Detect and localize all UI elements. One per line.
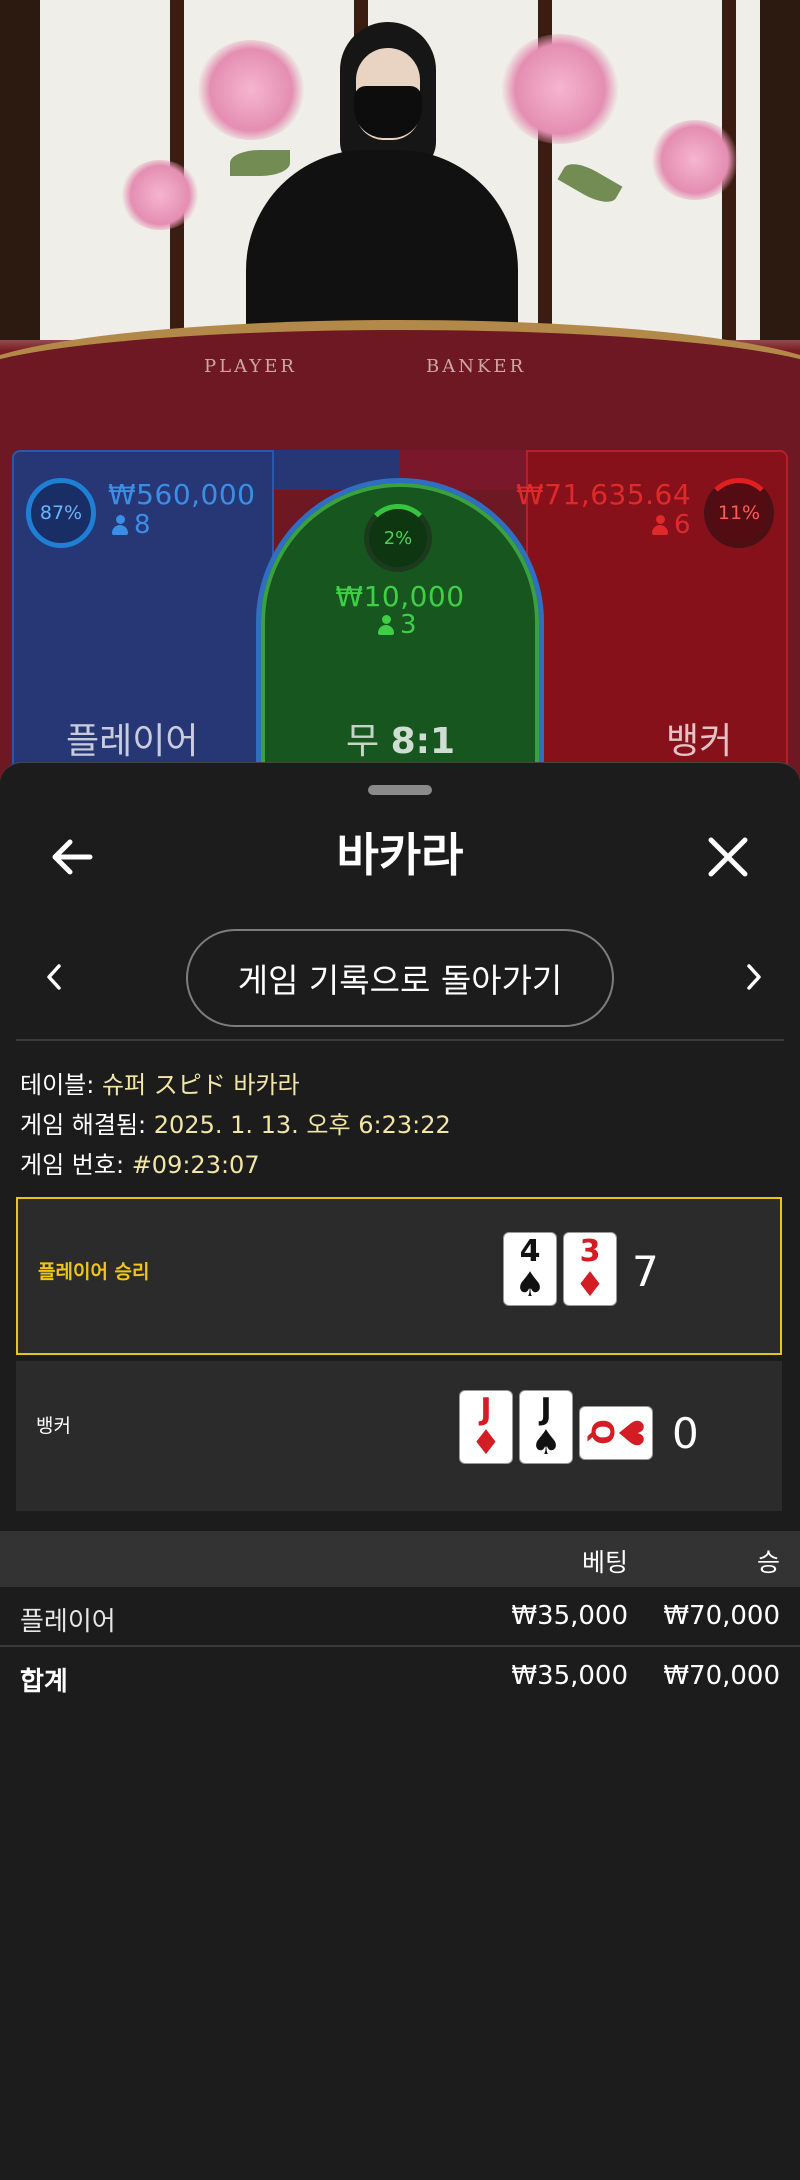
win-column-header: 승 <box>756 1548 780 1577</box>
person-icon <box>112 515 128 535</box>
player-result-label: 플레이어 승리 <box>38 1261 150 1283</box>
close-icon <box>708 837 748 877</box>
tie-zone-label: 무 8:1 <box>346 712 455 764</box>
sheet-drag-handle[interactable] <box>368 785 432 795</box>
flower-decoration <box>500 34 620 144</box>
leaf-decoration <box>230 150 290 176</box>
player-result-row: 플레이어 승리 4 ♠ 3 ♦ 7 <box>16 1197 782 1355</box>
divider <box>16 1039 784 1041</box>
player-percent-ring: 87% <box>26 478 96 548</box>
flower-decoration <box>120 160 200 230</box>
bet-type: 플레이어 <box>20 1607 116 1637</box>
table-info-label: 테이블: <box>20 1071 95 1099</box>
banker-zone-label: 뱅커 <box>666 721 733 762</box>
banker-result-row: 뱅커 J ♦ J ♠ Q ♥ 0 <box>16 1361 782 1511</box>
dealer-mask <box>354 86 422 138</box>
table-row: 플레이어 ₩35,000 ₩70,000 <box>0 1589 800 1647</box>
tie-bettor-count-value: 3 <box>400 610 417 640</box>
total-win-amount: ₩70,000 <box>663 1661 780 1691</box>
banker-score: 0 <box>672 1409 699 1458</box>
game-number-value: #09:23:07 <box>131 1151 260 1179</box>
resolved-info-value: 2025. 1. 13. 오후 6:23:22 <box>153 1111 451 1139</box>
player-zone-label: 플레이어 <box>66 721 199 762</box>
spade-icon: ♠ <box>514 1265 546 1305</box>
total-label: 합계 <box>20 1667 68 1697</box>
game-number-info: 게임 번호: #09:23:07 <box>20 1145 260 1180</box>
bet-amount: ₩35,000 <box>511 1601 628 1631</box>
banker-bettor-count: 6 <box>652 510 691 540</box>
back-to-history-button[interactable]: 게임 기록으로 돌아가기 <box>186 929 614 1027</box>
tie-percent-ring: 2% <box>364 504 432 572</box>
banker-bettor-count-value: 6 <box>674 510 691 540</box>
banker-result-label: 뱅커 <box>36 1415 71 1437</box>
close-button[interactable] <box>698 827 758 887</box>
person-icon <box>652 515 668 535</box>
card-rank: 4 <box>519 1234 541 1269</box>
spade-icon: ♠ <box>530 1423 562 1463</box>
win-amount: ₩70,000 <box>663 1601 780 1631</box>
player-bettor-count-value: 8 <box>134 510 151 540</box>
sheet-title: 바카라 <box>336 828 464 882</box>
tie-label: 무 <box>346 721 380 762</box>
previous-game-button[interactable] <box>24 947 84 1007</box>
tie-payout: 8:1 <box>390 721 456 762</box>
diamond-icon: ♦ <box>470 1423 502 1463</box>
game-history-sheet: 바카라 게임 기록으로 돌아가기 테이블: 슈퍼 スピド 바카라 게임 해결됨:… <box>0 762 800 2180</box>
total-bet-amount: ₩35,000 <box>511 1661 628 1691</box>
resolved-info-label: 게임 해결됨: <box>20 1111 147 1139</box>
tie-bettor-count: 3 <box>378 610 417 640</box>
player-bet-amount: ₩560,000 <box>108 478 256 511</box>
flower-decoration <box>650 120 740 200</box>
card-rank: 3 <box>579 1234 601 1269</box>
flower-decoration <box>196 40 306 140</box>
bet-column-header: 베팅 <box>581 1548 628 1577</box>
person-icon <box>378 615 394 635</box>
chevron-left-icon <box>47 964 61 990</box>
heart-icon: ♥ <box>610 1417 650 1449</box>
chevron-right-icon <box>747 964 761 990</box>
tie-bet-amount: ₩10,000 <box>335 580 465 613</box>
game-number-label: 게임 번호: <box>20 1151 125 1179</box>
playing-card: J ♠ <box>520 1391 572 1463</box>
bets-table-header: 베팅 승 <box>0 1531 800 1587</box>
diamond-icon: ♦ <box>574 1265 606 1305</box>
next-game-button[interactable] <box>724 947 784 1007</box>
table-info: 테이블: 슈퍼 スピド 바카라 <box>20 1065 300 1100</box>
playing-card: J ♦ <box>460 1391 512 1463</box>
player-bettor-count: 8 <box>112 510 151 540</box>
card-rank: J <box>540 1392 552 1427</box>
card-rank: J <box>480 1392 492 1427</box>
playing-card-sideways: Q ♥ <box>580 1407 652 1459</box>
playing-card: 3 ♦ <box>564 1233 616 1305</box>
resolved-info: 게임 해결됨: 2025. 1. 13. 오후 6:23:22 <box>20 1105 451 1140</box>
felt-player-label: PLAYER <box>204 356 297 377</box>
felt-banker-label: BANKER <box>426 356 527 377</box>
table-info-value: 슈퍼 スピド 바카라 <box>101 1071 300 1099</box>
playing-card: 4 ♠ <box>504 1233 556 1305</box>
banker-percent-ring: 11% <box>704 478 774 548</box>
total-row: 합계 ₩35,000 ₩70,000 <box>0 1649 800 1707</box>
player-score: 7 <box>632 1247 659 1296</box>
banker-bet-amount: ₩71,635.64 <box>516 478 692 511</box>
